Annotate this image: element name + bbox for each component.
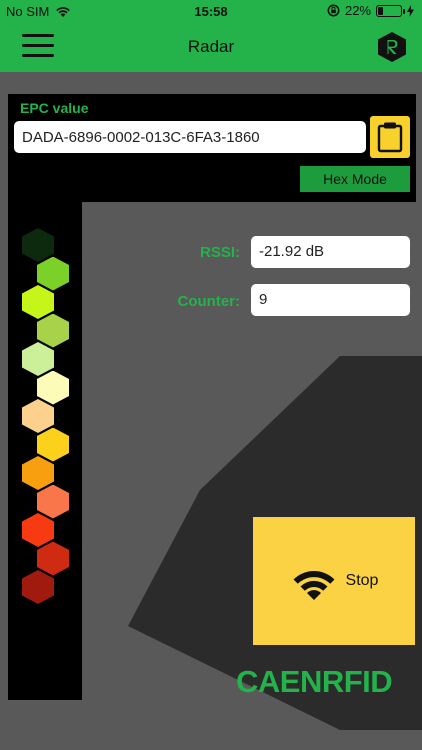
- rssi-value: -21.92 dB: [251, 236, 410, 268]
- stop-label: Stop: [345, 572, 379, 589]
- counter-label: Counter:: [177, 293, 241, 310]
- stop-button[interactable]: Stop: [253, 517, 415, 645]
- rssi-label: RSSI:: [199, 244, 240, 261]
- brand-text: CAENRFID: [236, 664, 392, 696]
- wifi-signal-icon: [293, 571, 335, 600]
- caen-rfid-logo: CAENRFID: [236, 664, 393, 696]
- counter-value: 9: [251, 284, 410, 316]
